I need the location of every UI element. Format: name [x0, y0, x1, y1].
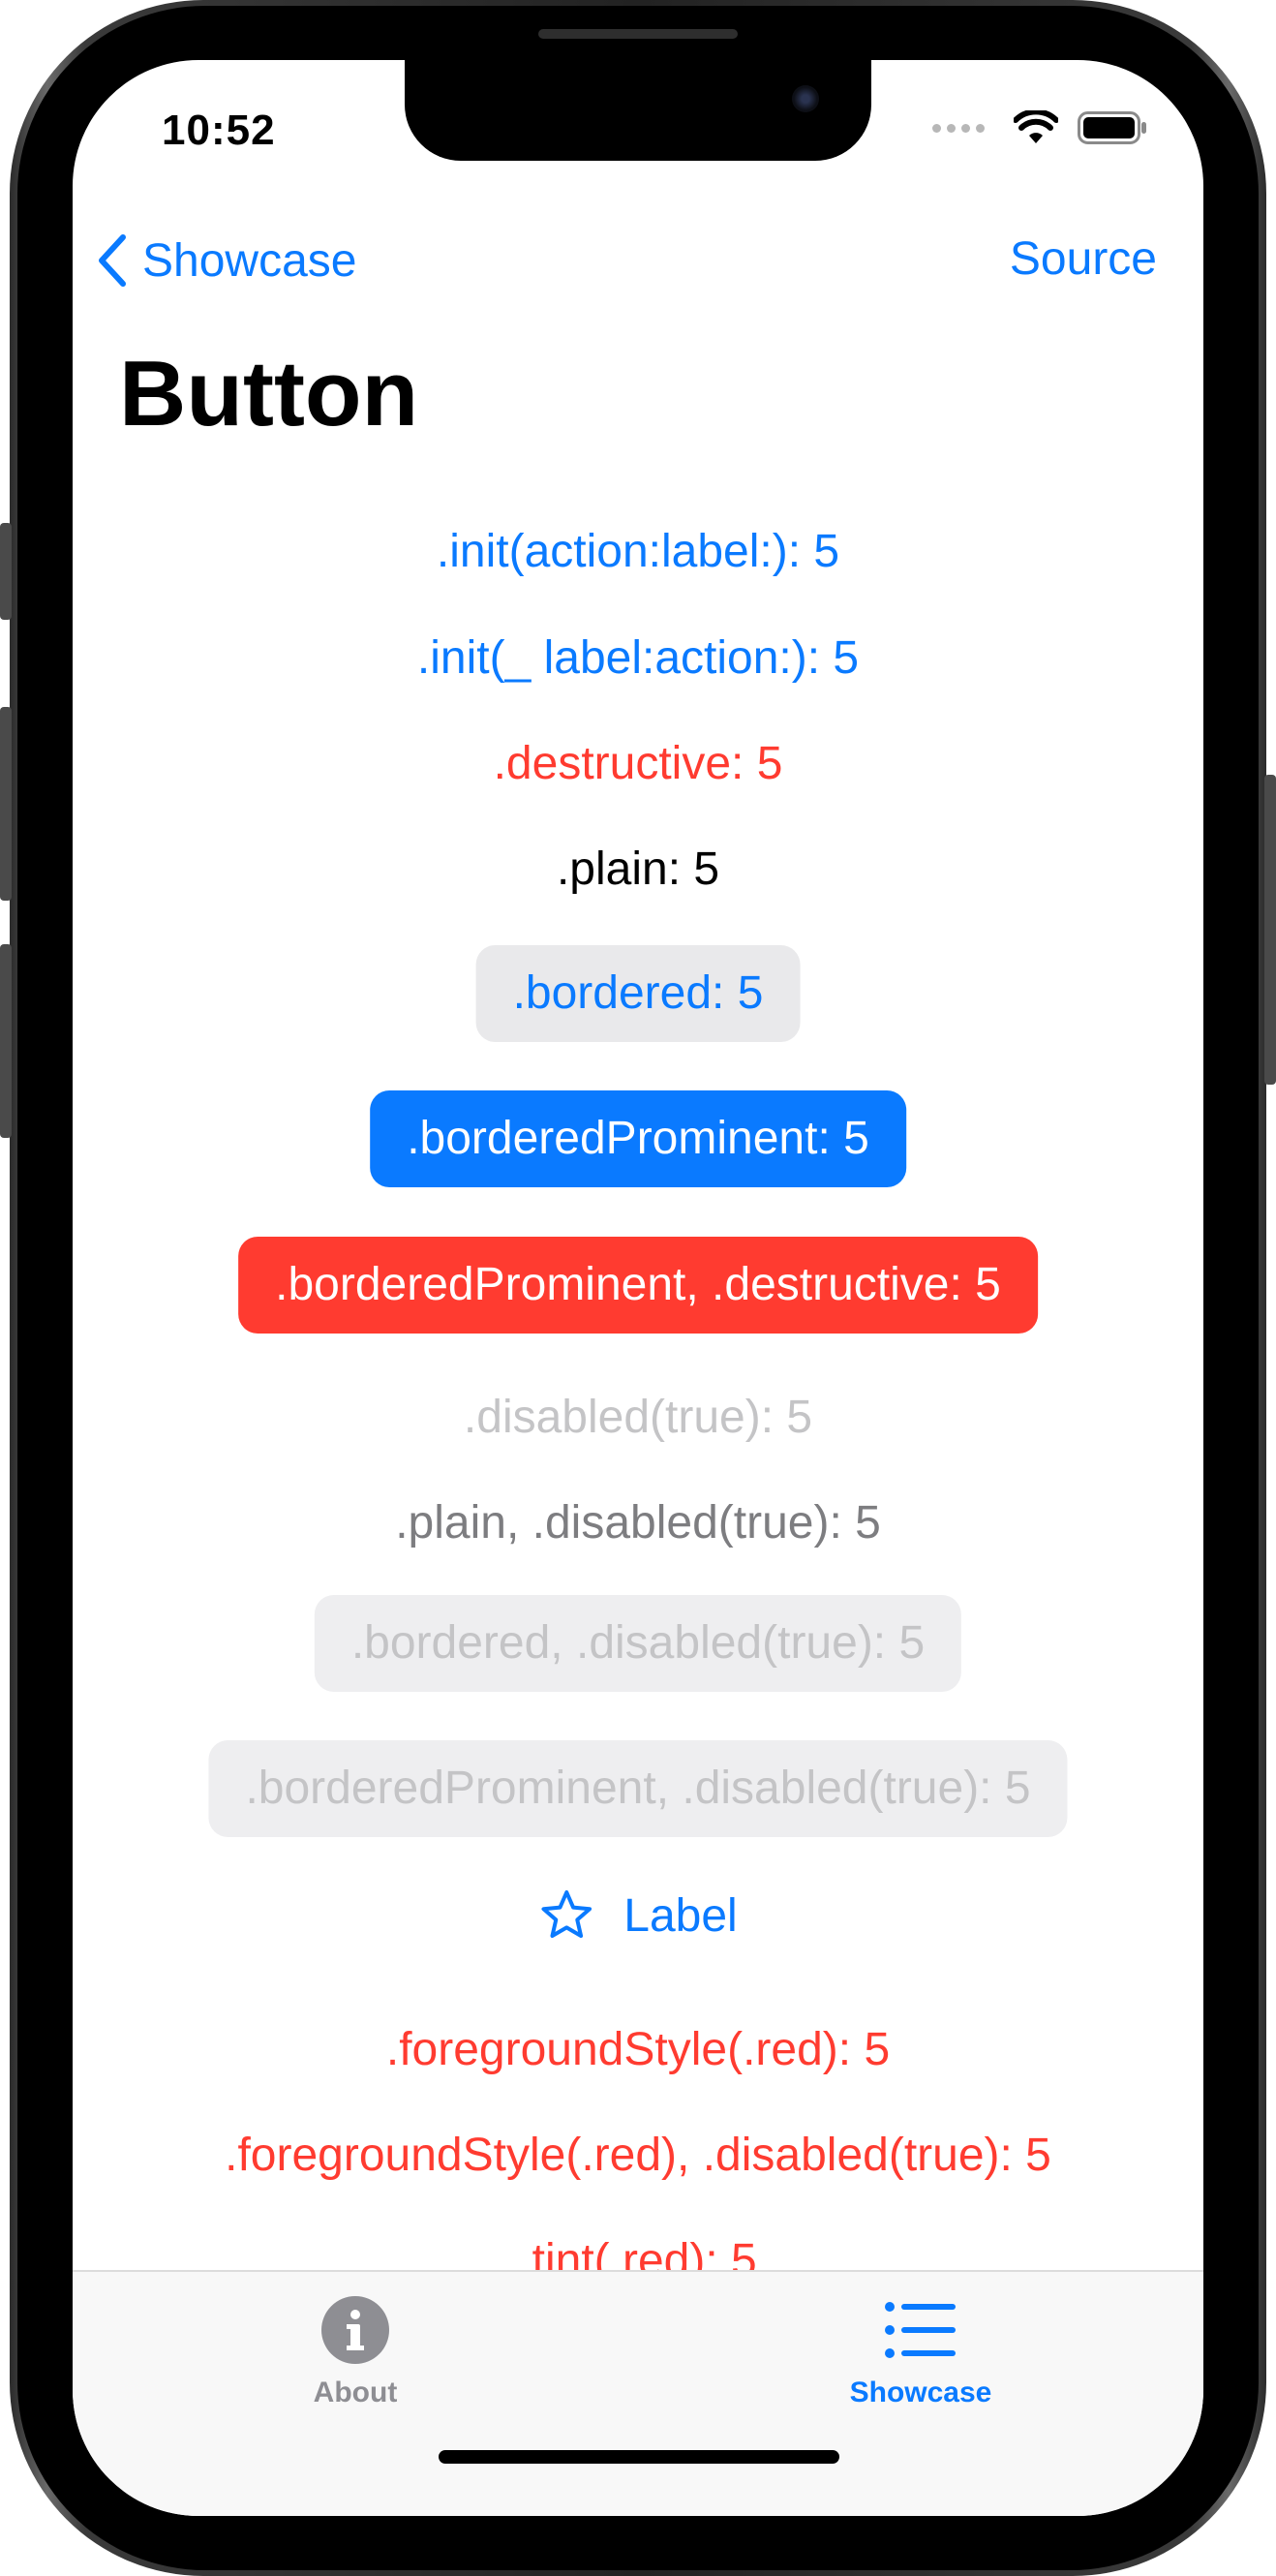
- init-label-action-button[interactable]: .init(_ label:action:): 5: [417, 631, 859, 685]
- bordered-prominent-button[interactable]: .borderedProminent: 5: [370, 1090, 906, 1187]
- source-button[interactable]: Source: [1010, 232, 1157, 286]
- tab-showcase-label: Showcase: [849, 2377, 992, 2408]
- home-indicator[interactable]: [439, 2450, 839, 2464]
- tab-about[interactable]: About: [210, 2295, 501, 2409]
- bordered-prominent-destructive-button[interactable]: .borderedProminent, .destructive: 5: [238, 1237, 1038, 1334]
- back-button[interactable]: Showcase: [98, 227, 356, 294]
- label-button[interactable]: Label: [538, 1888, 738, 1943]
- bordered-button[interactable]: .bordered: 5: [475, 945, 801, 1042]
- list-bullet-icon: [885, 2302, 956, 2358]
- init-action-label-button[interactable]: .init(action:label:): 5: [437, 525, 839, 578]
- status-time: 10:52: [162, 107, 276, 154]
- chevron-left-icon: [99, 234, 126, 287]
- foreground-red-disabled-button: .foregroundStyle(.red), .disabled(true):…: [225, 2130, 1051, 2181]
- bordered-disabled-button: .bordered, .disabled(true): 5: [314, 1595, 962, 1692]
- screen: 10:52 Showcase Source Button .init(actio…: [73, 60, 1203, 2516]
- front-camera: [792, 85, 819, 112]
- label-button-text: Label: [623, 1889, 738, 1942]
- plain-disabled-button: .plain, .disabled(true): 5: [395, 1497, 881, 1549]
- silent-switch: [0, 523, 12, 620]
- wifi-icon: [1014, 110, 1058, 143]
- bordered-prominent-disabled-button: .borderedProminent, .disabled(true): 5: [208, 1740, 1068, 1837]
- foreground-red-button[interactable]: .foregroundStyle(.red): 5: [386, 2023, 890, 2076]
- power-button: [1264, 775, 1276, 1085]
- info-circle-icon: [321, 2296, 389, 2364]
- back-button-label: Showcase: [142, 234, 357, 287]
- disabled-button: .disabled(true): 5: [463, 1392, 813, 1443]
- tab-about-label: About: [313, 2377, 398, 2408]
- earpiece-speaker: [538, 29, 738, 39]
- tab-showcase[interactable]: Showcase: [775, 2295, 1066, 2409]
- volume-up-button: [0, 707, 12, 901]
- destructive-button[interactable]: .destructive: 5: [494, 737, 783, 790]
- status-icons: [932, 110, 1147, 145]
- plain-button[interactable]: .plain: 5: [557, 843, 719, 896]
- notch: [405, 60, 871, 161]
- page-title: Button: [119, 342, 419, 445]
- cellular-signal-icon: [932, 123, 985, 133]
- battery-icon: [1078, 111, 1146, 144]
- star-icon: [541, 1890, 592, 1938]
- volume-down-button: [0, 944, 12, 1138]
- tab-bar: About Showcase: [73, 2270, 1203, 2516]
